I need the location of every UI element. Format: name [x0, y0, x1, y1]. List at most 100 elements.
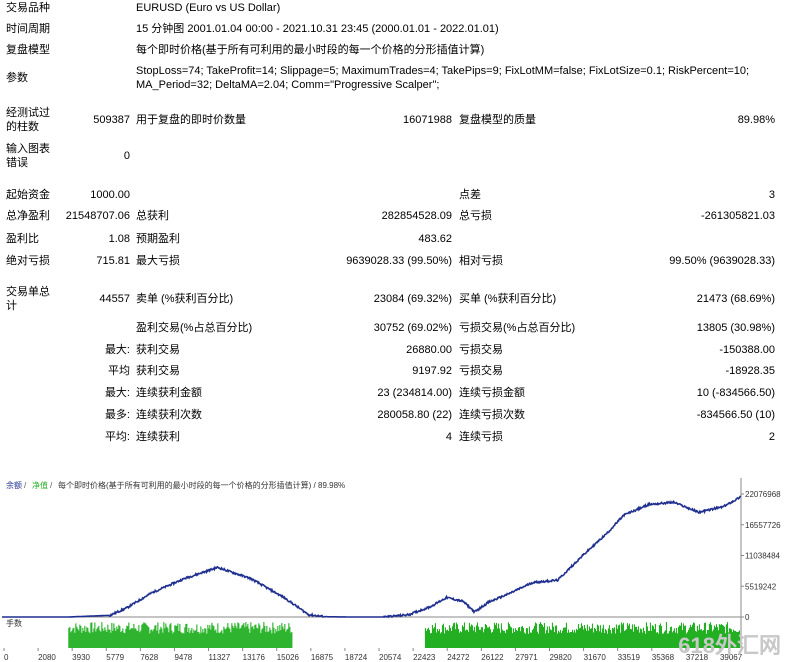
- volume-bar: [275, 629, 277, 648]
- volume-bar: [501, 629, 503, 648]
- volume-bar: [562, 627, 564, 648]
- volume-bar: [539, 622, 541, 648]
- volume-bar: [215, 629, 217, 648]
- params-line-1: StopLoss=74; TakeProfit=14; Slippage=5; …: [136, 65, 750, 77]
- volume-bar: [449, 627, 451, 648]
- max-cons-profit-label: 连续获利次数: [136, 409, 202, 421]
- largest-loss-value: -150388.00: [719, 344, 775, 356]
- maximal-label: 最多:: [104, 409, 130, 421]
- volume-bar: [495, 622, 497, 648]
- volume-bar: [148, 627, 150, 648]
- x-tick-label: 13176: [243, 653, 266, 662]
- volume-bar: [473, 626, 475, 648]
- volume-bar: [660, 626, 662, 648]
- volume-bar: [190, 630, 192, 648]
- volume-bar: [207, 624, 209, 648]
- volume-bar: [578, 628, 580, 648]
- volume-bar: [571, 629, 573, 648]
- volume-bar: [111, 622, 113, 648]
- volume-bar: [136, 630, 138, 648]
- volume-bar: [105, 629, 107, 648]
- volume-bar: [92, 632, 94, 648]
- volume-bar: [459, 631, 461, 648]
- volume-bar: [492, 629, 494, 648]
- volume-bar: [276, 631, 278, 648]
- volume-bar: [575, 628, 577, 648]
- x-tick-label: 18724: [345, 653, 368, 662]
- volume-bar: [668, 631, 670, 648]
- volume-bar: [441, 625, 443, 648]
- volume-bar: [209, 625, 211, 648]
- volume-bar: [168, 632, 170, 648]
- volume-bar: [133, 623, 135, 648]
- volume-bar: [632, 631, 634, 648]
- net-profit-label: 总净盈利: [6, 210, 50, 222]
- volume-bar: [132, 628, 134, 648]
- volume-bar: [481, 627, 483, 648]
- avg2-label: 平均:: [104, 431, 130, 443]
- volume-bar: [505, 629, 507, 648]
- volume-bar: [623, 631, 625, 648]
- volume-bar: [93, 628, 95, 648]
- volume-bar: [208, 628, 210, 648]
- volume-bar: [145, 623, 147, 648]
- volume-bar: [585, 630, 587, 648]
- volume-bar: [186, 623, 188, 648]
- x-tick-label: 27971: [515, 653, 538, 662]
- abs-drawdown-value: 715.81: [96, 255, 130, 267]
- volume-bar: [127, 626, 129, 648]
- volume-bar: [103, 631, 105, 648]
- volume-bar: [264, 626, 266, 648]
- volume-bar: [112, 630, 114, 648]
- volume-bar: [170, 623, 172, 648]
- legend-equity: 净值: [32, 480, 48, 490]
- volume-bar: [184, 627, 186, 648]
- volume-bar: [618, 624, 620, 648]
- volume-bar: [626, 623, 628, 648]
- x-tick-label: 7628: [140, 653, 158, 662]
- volume-bar: [657, 633, 659, 648]
- volume-bar: [643, 630, 645, 648]
- volume-bar: [645, 622, 647, 648]
- volume-bar: [558, 632, 560, 648]
- deposit-label: 起始资金: [6, 189, 50, 201]
- total-trades-label-2: 计: [6, 300, 17, 312]
- volume-bar: [426, 629, 428, 648]
- volume-bar: [599, 625, 601, 648]
- period-value: 15 分钟图 2001.01.04 00:00 - 2021.10.31 23:…: [136, 23, 499, 35]
- params-line-2: MA_Period=32; DeltaMA=2.04; Comm="Progre…: [136, 79, 440, 91]
- volume-bar: [608, 625, 610, 648]
- volume-bar: [521, 626, 523, 648]
- gross-profit-value: 282854528.09: [381, 210, 452, 222]
- volume-bar: [534, 622, 536, 648]
- volume-bar: [428, 629, 430, 648]
- volume-bar: [445, 630, 447, 648]
- volume-bar: [233, 627, 235, 648]
- volume-bar: [71, 630, 73, 648]
- volume-bar: [461, 625, 463, 648]
- volume-bar: [480, 627, 482, 648]
- volume-bar: [503, 630, 505, 648]
- volume-bar: [269, 627, 271, 648]
- volume-bar: [124, 633, 126, 648]
- volume-bar: [464, 630, 466, 648]
- volume-bar: [268, 631, 270, 648]
- volume-bar: [604, 629, 606, 648]
- volume-bar: [664, 630, 666, 648]
- volume-bar: [444, 627, 446, 648]
- bars-value: 509387: [93, 114, 130, 126]
- avg-cons-wins-value: 4: [445, 431, 452, 443]
- volume-bar: [653, 629, 655, 648]
- volume-bar: [73, 627, 75, 648]
- volume-bar: [251, 627, 253, 648]
- volume-bar: [205, 628, 207, 648]
- volume-bar: [72, 628, 74, 648]
- volume-bar: [121, 631, 123, 648]
- volume-bar: [583, 625, 585, 648]
- volume-bar: [553, 632, 555, 648]
- volume-bar: [248, 628, 250, 648]
- x-tick-label: 0: [4, 653, 9, 662]
- profit-factor-value: 1.08: [108, 233, 130, 245]
- volume-bar: [458, 632, 460, 648]
- volume-bar: [153, 629, 155, 648]
